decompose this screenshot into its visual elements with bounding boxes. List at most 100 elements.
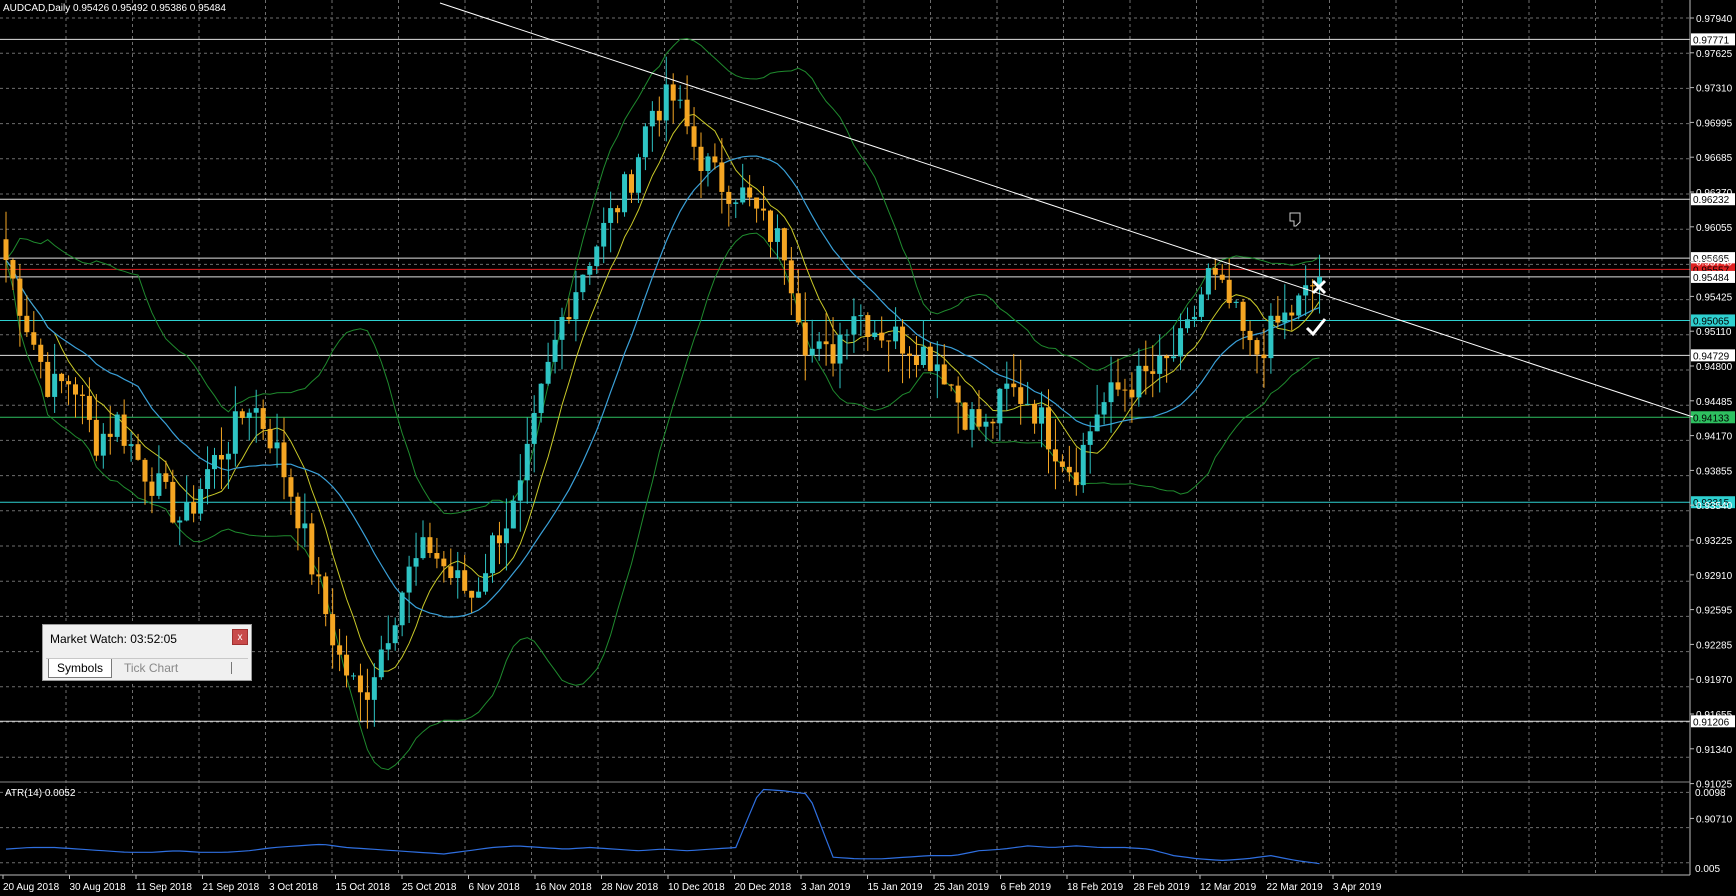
candle-body — [1011, 383, 1017, 388]
candle-body — [663, 84, 669, 121]
candle-body — [1178, 328, 1184, 357]
candle-body — [295, 496, 301, 529]
candle-body — [1073, 472, 1079, 486]
candle-body — [114, 414, 120, 437]
candle-body — [378, 649, 384, 678]
level-price-label: 0.94729 — [1693, 351, 1730, 362]
atr-line — [5, 788, 1320, 865]
horizontal-levels[interactable]: 0.977710.962320.956650.955570.954840.950… — [0, 33, 1735, 728]
candle-body — [733, 202, 739, 204]
candle-body — [816, 341, 822, 349]
time-tick-label: 20 Aug 2018 — [3, 882, 60, 893]
time-tick-label: 25 Jan 2019 — [934, 882, 989, 893]
time-tick-label: 6 Nov 2018 — [469, 882, 521, 893]
candle-body — [872, 332, 878, 337]
candle-body — [496, 535, 502, 544]
candle-body — [649, 110, 655, 127]
candle-body — [31, 332, 37, 345]
candle-body — [754, 197, 760, 209]
candle-body — [1025, 403, 1031, 405]
candle-body — [163, 473, 169, 482]
candle-body — [594, 246, 600, 266]
close-button[interactable]: x — [232, 629, 248, 645]
candle-body — [691, 126, 697, 147]
market-watch-panel[interactable]: Market Watch: 03:52:05 x Symbols Tick Ch… — [42, 624, 252, 681]
candle-body — [740, 187, 746, 203]
candle-body — [552, 339, 558, 362]
candle-body — [809, 348, 815, 356]
candle-body — [1289, 312, 1295, 316]
time-tick-label: 28 Feb 2019 — [1134, 882, 1191, 893]
time-tick-label: 22 Mar 2019 — [1267, 882, 1324, 893]
candle-body — [93, 419, 99, 456]
candle-body — [1212, 268, 1218, 275]
candle-body — [434, 553, 440, 559]
time-tick-label: 25 Oct 2018 — [402, 882, 457, 893]
candle-body — [107, 433, 113, 437]
price-tick-label: 0.91655 — [1696, 710, 1733, 721]
candle-body — [969, 409, 975, 430]
chart-canvas[interactable]: 0.977710.962320.956650.955570.954840.950… — [0, 0, 1736, 896]
candle-body — [1185, 319, 1190, 329]
candle-body — [198, 489, 204, 514]
ma-fast-line — [5, 113, 1320, 672]
candle-body — [1157, 355, 1163, 374]
candle-body — [774, 228, 780, 242]
candle-body — [427, 537, 433, 554]
price-axis[interactable]: 0.97940 0.97625 0.97310 0.96995 0.96685 0.963… — [1689, 0, 1733, 875]
candle-body — [184, 501, 190, 521]
candle-body — [1205, 268, 1211, 295]
candle-body — [1150, 371, 1156, 374]
candle-body — [1059, 461, 1065, 467]
candle-body — [483, 573, 489, 592]
candle-body — [656, 110, 662, 121]
price-tick-label: 0.90710 — [1696, 814, 1733, 825]
candle-body — [79, 394, 85, 396]
candle-body — [941, 364, 947, 385]
price-tick-label: 0.93540 — [1696, 501, 1733, 512]
candle-body — [781, 228, 787, 261]
candle-body — [788, 260, 794, 294]
symbol-info: AUDCAD,Daily 0.95426 0.95492 0.95386 0.9… — [3, 3, 226, 14]
candle-body — [795, 293, 801, 323]
candle-body — [246, 412, 252, 418]
price-tick-label: 0.91970 — [1696, 675, 1733, 686]
candle-body — [726, 191, 732, 204]
candle-body — [274, 442, 280, 449]
candle-body — [73, 384, 78, 395]
candle-body — [1115, 382, 1121, 390]
candle-body — [260, 408, 266, 429]
candle-body — [761, 208, 767, 211]
candle-body — [323, 576, 329, 615]
candle-body — [490, 535, 495, 574]
tab-tick-chart[interactable]: Tick Chart — [116, 659, 186, 678]
candle-body — [1296, 295, 1302, 316]
tab-symbols[interactable]: Symbols — [48, 659, 113, 678]
candle-body — [1275, 315, 1281, 323]
candle-body — [128, 444, 134, 446]
candle-body — [1136, 365, 1142, 398]
price-tick-label: 0.91340 — [1696, 745, 1733, 756]
price-tick-label: 0.97310 — [1696, 84, 1733, 95]
candle-body — [1240, 301, 1246, 331]
atr-label: ATR(14) 0.0052 — [5, 788, 76, 799]
market-watch-title: Market Watch: 03:52:05 — [50, 632, 177, 646]
candle-body — [364, 692, 370, 700]
candle-body — [45, 361, 51, 397]
candle-body — [232, 411, 238, 454]
candle-body — [351, 675, 356, 677]
bb-upper-line — [5, 37, 1320, 515]
candle-body — [469, 590, 475, 598]
candle-body — [10, 260, 16, 279]
time-axis[interactable]: 20 Aug 2018 30 Aug 2018 11 Sep 2018 21 Sep … — [0, 874, 1690, 893]
time-tick-label: 30 Aug 2018 — [70, 882, 127, 893]
candle-body — [177, 520, 183, 523]
candle-body — [17, 278, 23, 316]
price-tick-label: 0.92285 — [1696, 640, 1733, 651]
candle-body — [531, 412, 537, 444]
candle-body — [503, 528, 509, 544]
candle-body — [135, 444, 141, 460]
candle-body — [601, 222, 607, 247]
price-tick-label: 0.95110 — [1696, 327, 1732, 338]
candle-body — [635, 157, 641, 193]
